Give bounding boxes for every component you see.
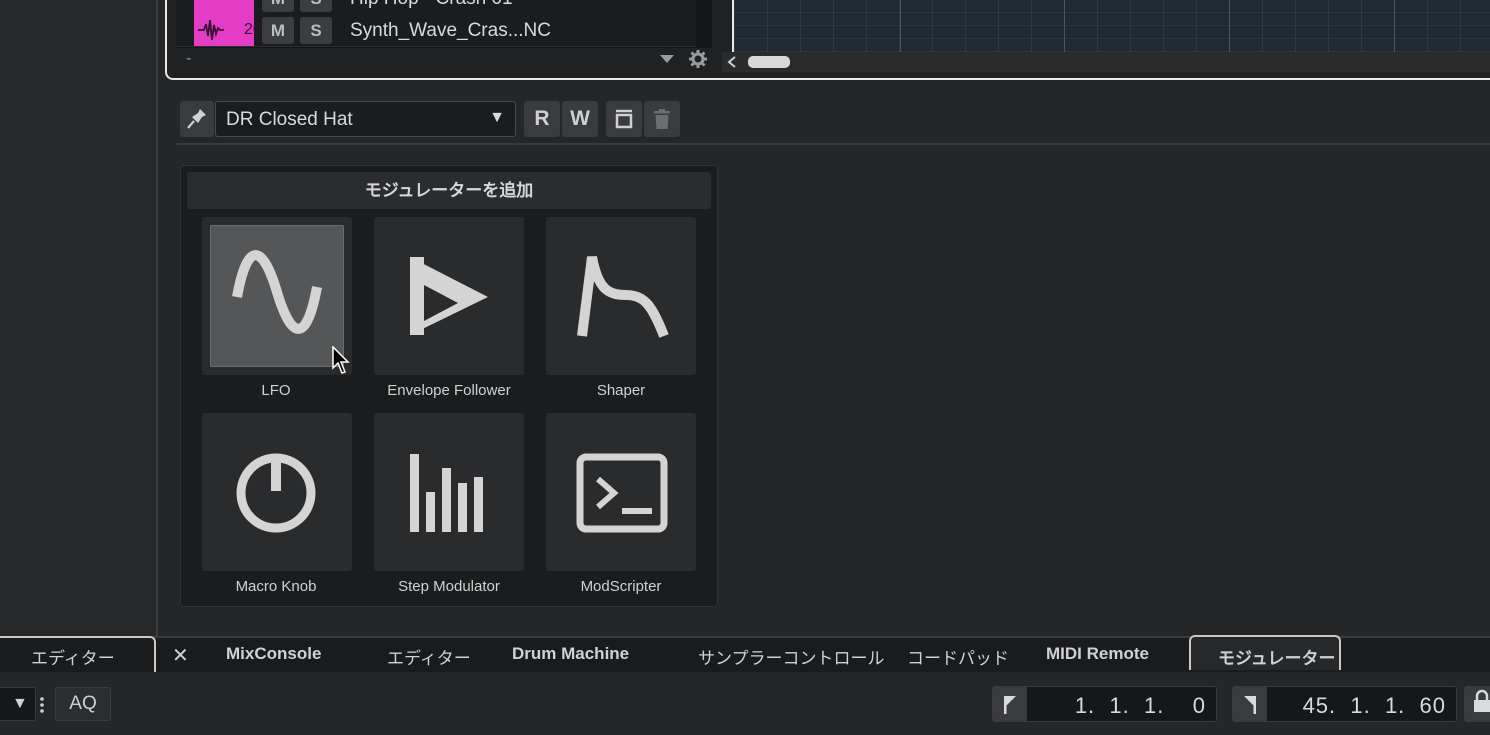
write-automation-button[interactable]: W: [562, 101, 598, 137]
track-color-strip: 20: [194, 14, 262, 46]
tab-drum-machine[interactable]: Drum Machine: [512, 644, 629, 664]
lfo-sine-icon: [232, 250, 322, 334]
tab-chord-pads[interactable]: コードパッド: [907, 644, 1009, 669]
lock-button[interactable]: [1464, 686, 1490, 722]
macro-knob-icon: [236, 453, 316, 533]
tab-mixconsole[interactable]: MixConsole: [226, 644, 321, 664]
modulator-label: LFO: [261, 382, 291, 399]
envelope-follower-icon: [410, 257, 488, 335]
scrollbar-thumb[interactable]: [748, 56, 790, 68]
lock-icon: [1474, 689, 1490, 712]
track-list-menu-arrow-icon[interactable]: [658, 52, 676, 66]
track-list: M S Hip Hop - Crash 01 20 M S Synth_Wave…: [176, 0, 712, 48]
preset-name: DR Closed Hat: [226, 109, 353, 130]
track-row[interactable]: 20 M S Synth_Wave_Cras...NC: [176, 14, 696, 47]
track-name[interactable]: Synth_Wave_Cras...NC: [350, 20, 551, 42]
modulator-lfo-card[interactable]: [202, 217, 352, 375]
track-color-strip: [194, 0, 254, 14]
tab-sampler-control[interactable]: サンプラーコントロール: [698, 644, 885, 669]
left-locator-field[interactable]: 1. 1. 1. 0: [992, 686, 1217, 722]
modulator-envelope-follower-card[interactable]: [374, 217, 524, 375]
modulator-shaper-card[interactable]: [546, 217, 696, 375]
scroll-left-chevron-icon[interactable]: [726, 55, 738, 69]
toolbar-divider: [176, 143, 1490, 145]
step-modulator-icon: [410, 454, 483, 532]
more-options-dots-icon[interactable]: [38, 696, 46, 714]
mouse-cursor-icon: [332, 346, 350, 374]
add-modulator-title: モジュレーターを追加: [187, 172, 711, 209]
modulator-label: Envelope Follower: [387, 382, 511, 399]
bypass-icon: [615, 109, 633, 129]
left-zone-panel: [0, 0, 158, 636]
mute-button[interactable]: M: [262, 17, 294, 44]
left-locator-value: 1. 1. 1. 0: [1074, 693, 1206, 718]
read-automation-button[interactable]: R: [524, 101, 560, 137]
track-name[interactable]: Hip Hop - Crash 01: [350, 0, 513, 10]
tab-left-editor[interactable]: エディター: [31, 644, 115, 669]
tab-editor[interactable]: エディター: [387, 644, 471, 669]
track-list-footer-text: -: [186, 50, 192, 67]
modulator-step-modulator-card[interactable]: [374, 413, 524, 571]
modulator-label: Step Modulator: [398, 578, 500, 595]
track-number: 20: [244, 21, 262, 38]
chevron-down-icon: ▼: [12, 695, 28, 712]
solo-button[interactable]: S: [300, 17, 332, 44]
tab-midi-remote[interactable]: MIDI Remote: [1046, 644, 1149, 664]
snap-type-select[interactable]: ▼: [0, 687, 36, 721]
modscripter-terminal-icon: [576, 453, 668, 533]
solo-button[interactable]: S: [300, 0, 332, 12]
chevron-down-icon: ▼: [489, 109, 505, 126]
right-locator-icon: [1233, 686, 1267, 722]
right-locator-value: 45. 1. 1. 60: [1302, 693, 1446, 718]
pin-icon: [187, 109, 206, 129]
tab-modulators-label[interactable]: モジュレーター: [1218, 644, 1335, 669]
modulator-modscripter-card[interactable]: [546, 413, 696, 571]
delete-modulator-button[interactable]: [644, 101, 680, 137]
right-locator-field[interactable]: 45. 1. 1. 60: [1232, 686, 1457, 722]
modulator-preset-select[interactable]: DR Closed Hat ▼: [215, 101, 516, 137]
pin-button[interactable]: [180, 101, 214, 137]
modulator-label: Macro Knob: [235, 578, 317, 595]
bypass-modulator-button[interactable]: [606, 101, 642, 137]
track-row[interactable]: M S Hip Hop - Crash 01: [176, 0, 696, 15]
modulator-label: ModScripter: [580, 578, 662, 595]
audio-quantize-button[interactable]: AQ: [55, 687, 111, 721]
audio-waveform-icon: [198, 19, 224, 41]
trash-icon: [654, 109, 670, 129]
modulator-macro-knob-card[interactable]: [202, 413, 352, 571]
mute-button[interactable]: M: [262, 0, 294, 12]
gear-icon[interactable]: [688, 49, 708, 69]
left-locator-icon: [993, 686, 1027, 722]
shaper-icon: [577, 255, 669, 338]
close-icon[interactable]: ✕: [172, 643, 189, 668]
modulator-label: Shaper: [596, 382, 646, 399]
arrange-event-display[interactable]: [732, 0, 1490, 52]
horizontal-scrollbar[interactable]: [722, 52, 1490, 72]
